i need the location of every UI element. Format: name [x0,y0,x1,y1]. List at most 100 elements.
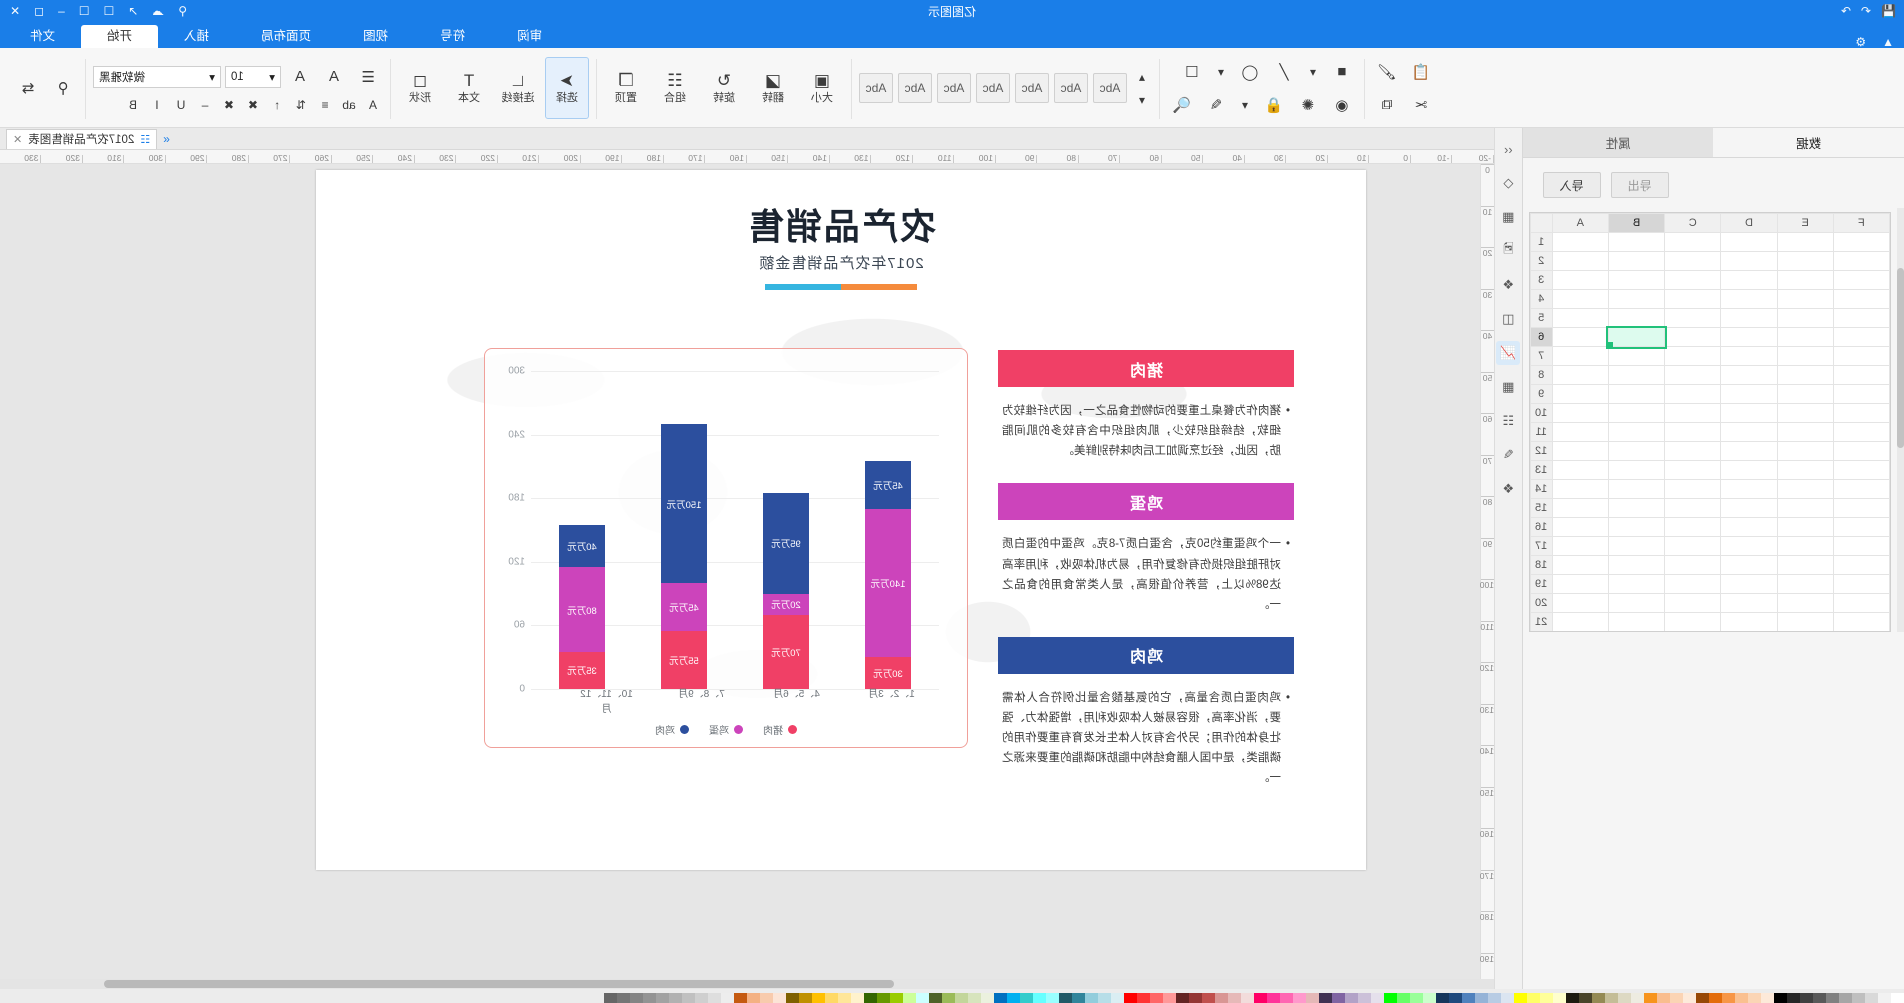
table-cell[interactable] [1552,498,1609,518]
table-row[interactable]: 1 [1530,232,1890,252]
chart-bar-stack[interactable]: 150万元 45万元 55万元 [661,371,707,689]
font-color-icon[interactable]: A [363,95,383,115]
color-swatch[interactable] [669,992,682,1003]
color-swatch[interactable] [1670,992,1683,1003]
table-cell[interactable] [1833,536,1890,556]
data-panel-tab-data[interactable]: 数据 [1713,128,1904,157]
table-cell[interactable] [1608,460,1665,480]
color-swatch[interactable] [695,992,708,1003]
table-cell[interactable] [1664,308,1721,328]
font-family-dropdown-icon[interactable]: ▾ [209,70,215,84]
table-cell[interactable] [1608,574,1665,594]
table-cell[interactable] [1664,422,1721,442]
table-row[interactable]: 10 [1530,403,1890,423]
chart-legend-item[interactable]: 猪肉 [763,722,797,737]
color-swatch[interactable] [1540,992,1553,1003]
table-cell[interactable] [1608,479,1665,499]
column-header-d[interactable]: D [1720,213,1778,233]
column-header-f[interactable]: F [1833,213,1890,233]
comment-icon[interactable]: ☐ [103,4,114,18]
table-row[interactable]: 14 [1530,479,1890,499]
row-header[interactable]: 9 [1530,384,1553,404]
table-cell[interactable] [1608,308,1665,328]
color-swatch[interactable] [1475,992,1488,1003]
color-swatch[interactable] [1748,992,1761,1003]
table-row[interactable]: 9 [1530,384,1890,404]
arrange-bring-front-button[interactable]: ❐ 置顶 [604,57,648,119]
table-cell[interactable] [1833,555,1890,575]
column-header-e[interactable]: E [1777,213,1834,233]
double-chevron-icon[interactable]: « [163,132,170,146]
style-preset-0[interactable]: Abc [1093,73,1127,103]
color-swatch[interactable] [1267,992,1280,1003]
color-swatch[interactable] [1137,992,1150,1003]
color-swatch[interactable] [1111,992,1124,1003]
color-swatch[interactable] [1553,992,1566,1003]
color-swatch[interactable] [799,992,812,1003]
arrange-rotate-button[interactable]: ↻ 旋转 [702,57,746,119]
color-swatch[interactable] [1761,992,1774,1003]
color-swatch[interactable] [747,992,760,1003]
table-cell[interactable] [1720,498,1778,518]
rail-item-image[interactable]: 🖻 [1496,239,1520,263]
color-swatch[interactable] [1358,992,1371,1003]
chart-bar-segment[interactable]: 35万元 [559,651,605,689]
table-row[interactable]: 7 [1530,346,1890,366]
table-cell[interactable] [1552,555,1609,575]
help-icon[interactable]: ☐ [79,4,90,18]
color-swatch[interactable] [1501,992,1514,1003]
table-cell[interactable] [1833,308,1890,328]
data-sheet-table[interactable]: F E D C B A 1 2 3 4 5 6 7 8 9 10 11 12 13 14 15 16 17 18 1… [1530,213,1890,632]
color-swatch[interactable] [656,992,669,1003]
table-cell[interactable] [1664,479,1721,499]
color-swatch[interactable] [643,992,656,1003]
color-swatch[interactable] [721,992,734,1003]
info-card[interactable]: 鸡蛋 • 一个鸡蛋重约50克，含蛋白质7-8克。鸡蛋中的蛋白质对肝脏组织损伤有修复作… [998,483,1294,615]
color-swatch[interactable] [994,992,1007,1003]
italic-icon[interactable]: I [147,95,167,115]
table-cell[interactable] [1777,308,1834,328]
color-swatch[interactable] [812,992,825,1003]
shadow-dropdown-icon[interactable]: ▾ [1211,62,1231,82]
row-header[interactable]: 13 [1530,460,1553,480]
table-cell[interactable] [1833,232,1890,252]
row-header[interactable]: 19 [1530,574,1553,594]
color-swatch[interactable] [1280,992,1293,1003]
table-cell[interactable] [1833,593,1890,613]
table-row[interactable]: 3 [1530,270,1890,290]
font-size-field[interactable]: ▾ 10 [225,65,281,88]
row-header[interactable]: 11 [1530,422,1553,442]
info-card[interactable]: 鸡肉 • 鸡肉蛋白质含量高，它的氨基酸含量比例符合人体需要，消化率高，很容易被人体吸… [998,636,1294,789]
table-cell[interactable] [1833,384,1890,404]
table-cell[interactable] [1833,460,1890,480]
row-header[interactable]: 20 [1530,593,1553,613]
color-swatch[interactable] [1631,992,1644,1003]
color-swatch[interactable] [864,992,877,1003]
arrange-group-button[interactable]: ☷ 组合 [653,57,697,119]
ribbon-tab-review[interactable]: 审阅 [491,25,568,49]
color-swatch[interactable] [682,992,695,1003]
color-swatch[interactable] [1293,992,1306,1003]
column-header-b[interactable]: B [1608,213,1665,233]
table-cell[interactable] [1608,251,1665,271]
scroll-thumb[interactable] [104,980,894,988]
table-cell[interactable] [1720,555,1778,575]
table-cell[interactable] [1552,536,1609,556]
color-swatch[interactable] [890,992,903,1003]
cloud-icon[interactable]: ☁ [152,4,164,18]
row-header[interactable]: 2 [1530,251,1553,271]
table-cell[interactable] [1777,441,1834,461]
color-swatch[interactable] [1124,992,1137,1003]
row-header[interactable]: 14 [1530,479,1553,499]
style-preset-3[interactable]: Abc [976,73,1010,103]
color-swatch[interactable] [1735,992,1748,1003]
table-cell[interactable] [1833,251,1890,271]
table-cell[interactable] [1664,232,1721,252]
table-cell[interactable] [1777,574,1834,594]
color-swatch[interactable] [734,992,747,1003]
table-cell[interactable] [1777,365,1834,385]
color-swatch[interactable] [903,992,916,1003]
table-cell[interactable] [1777,422,1834,442]
table-cell[interactable] [1720,441,1778,461]
slide-title[interactable]: 农产品销售 [316,198,1366,250]
